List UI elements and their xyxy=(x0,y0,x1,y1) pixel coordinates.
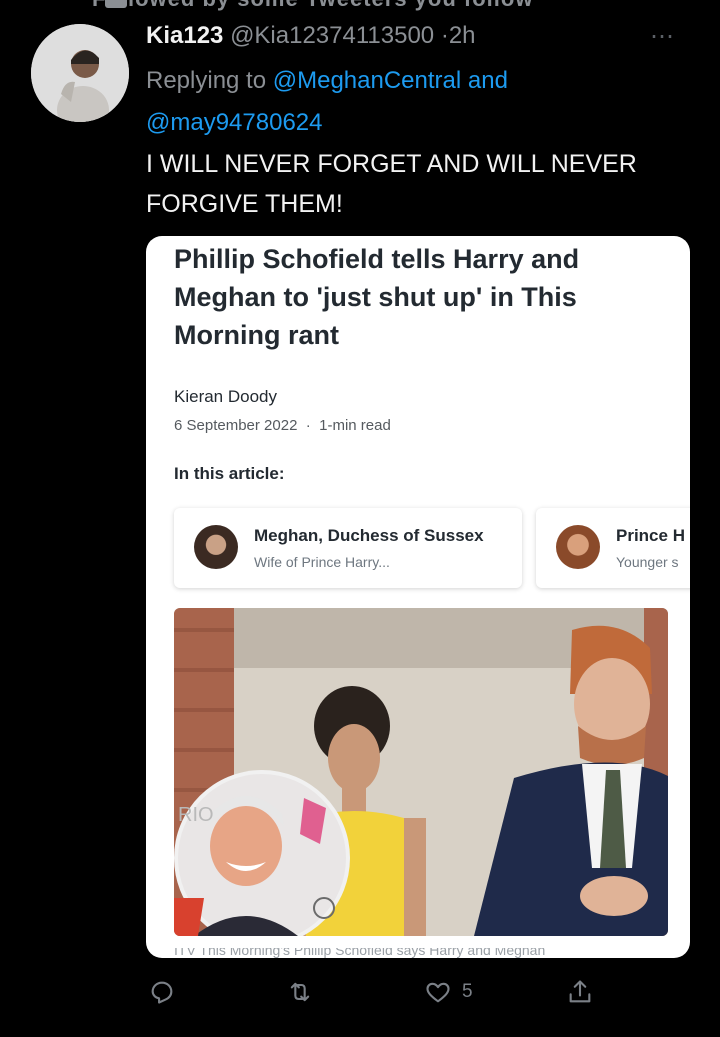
retweet-button[interactable] xyxy=(286,978,314,1006)
mention-and[interactable]: and xyxy=(468,67,508,94)
user-handle[interactable]: @Kia12374113500 xyxy=(230,22,434,49)
tweet-text: I WILL NEVER FORGET AND WILL NEVER FORGI… xyxy=(146,150,637,218)
entity-avatar xyxy=(194,525,238,569)
replying-to: Replying to @MeghanCentral and @may94780… xyxy=(146,60,666,144)
tweet-actions: 5 xyxy=(0,970,720,1020)
entity-description: Younger s xyxy=(616,554,679,570)
article-author: Kieran Doody xyxy=(174,387,278,406)
display-name[interactable]: Kia123 xyxy=(146,22,223,49)
header-separator: · xyxy=(440,22,449,49)
mention-link-1[interactable]: @MeghanCentral xyxy=(273,67,461,94)
article-photo-image xyxy=(174,608,668,936)
share-button[interactable] xyxy=(566,978,594,1006)
in-this-article-heading: In this article: xyxy=(174,464,285,483)
entity-name: Meghan, Duchess of Sussex xyxy=(254,526,484,545)
reply-icon xyxy=(151,981,173,1004)
article-meta: 6 September 2022 · 1-min read xyxy=(174,417,391,434)
tweet-timestamp[interactable]: 2h xyxy=(449,22,476,49)
social-context-text: Followed by some Tweeters you follow xyxy=(92,0,533,12)
article-read-time: 1-min read xyxy=(319,417,391,434)
entity-description: Wife of Prince Harry... xyxy=(254,554,390,570)
entity-name: Prince H xyxy=(616,526,685,545)
more-options-icon[interactable]: ⋯ xyxy=(650,22,675,51)
article-card[interactable]: Phillip Schofield tells Harry and Meghan… xyxy=(146,236,690,958)
entity-card-meghan[interactable]: Meghan, Duchess of Sussex Wife of Prince… xyxy=(174,508,522,588)
reply-button[interactable] xyxy=(148,978,176,1006)
social-context-bar: Followed by some Tweeters you follow xyxy=(0,0,720,14)
article-title[interactable]: Phillip Schofield tells Harry and Meghan… xyxy=(174,240,674,354)
article-date: 6 September 2022 xyxy=(174,417,298,434)
entity-card-harry[interactable]: Prince H Younger s xyxy=(536,508,690,588)
share-icon xyxy=(569,980,591,1003)
like-count: 5 xyxy=(462,981,473,1002)
mention-link-2[interactable]: @may94780624 xyxy=(146,109,322,136)
photo-badge-text: RIO xyxy=(178,804,214,826)
entity-avatar xyxy=(556,525,600,569)
heart-icon xyxy=(426,982,450,1003)
avatar[interactable] xyxy=(31,24,129,122)
retweet-icon xyxy=(290,982,310,1002)
article-photo[interactable]: RIO xyxy=(174,608,668,936)
avatar-photo xyxy=(31,24,129,122)
photo-caption: ITV This Morning's Phillip Schofield say… xyxy=(174,948,546,958)
like-button[interactable]: 5 xyxy=(424,978,473,1006)
replying-to-prefix: Replying to xyxy=(146,67,267,94)
tweet-header: Kia123 @Kia12374113500 ·2h xyxy=(146,22,476,50)
meta-separator: · xyxy=(305,417,311,434)
